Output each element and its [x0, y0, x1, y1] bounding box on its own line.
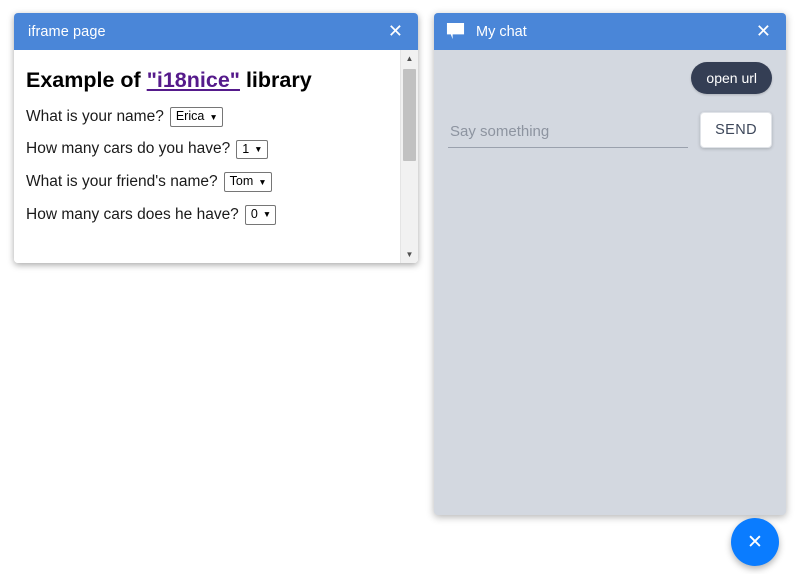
iframe-scrollbar[interactable]: ▲ ▼	[400, 50, 418, 263]
scroll-down-icon[interactable]: ▼	[401, 246, 418, 263]
scrollbar-track[interactable]	[401, 67, 418, 246]
question-row-friend-name: What is your friend's name? Tom ▼	[26, 172, 386, 192]
chevron-down-icon: ▼	[258, 176, 267, 187]
question-label-friend-cars: How many cars does he have?	[26, 205, 239, 223]
chat-input[interactable]	[448, 119, 689, 148]
scrollbar-thumb[interactable]	[403, 69, 416, 161]
chat-bubble-icon	[446, 22, 476, 41]
select-your-name[interactable]: Erica ▼	[169, 107, 223, 127]
question-label-your-cars: How many cars do you have?	[26, 140, 231, 158]
chat-message-bubble[interactable]: open url	[691, 62, 772, 94]
scroll-up-icon[interactable]: ▲	[401, 50, 418, 67]
chat-message-list: open url	[434, 50, 786, 94]
question-row-name: What is your name? Erica ▼	[26, 107, 386, 127]
iframe-window: iframe page ✕ Example of "i18nice" libra…	[14, 13, 418, 263]
send-button[interactable]: SEND	[700, 112, 772, 148]
i18nice-link[interactable]: "i18nice"	[147, 68, 240, 92]
question-row-your-cars: How many cars do you have? 1 ▼	[26, 139, 386, 160]
close-icon: ✕	[747, 530, 763, 553]
chat-input-row: SEND	[434, 94, 786, 148]
close-chat-fab[interactable]: ✕	[731, 518, 779, 566]
select-your-name-value: Erica	[175, 109, 205, 123]
question-row-friend-cars: How many cars does he have? 0 ▼	[26, 204, 386, 225]
chevron-down-icon: ▼	[262, 209, 272, 220]
chat-window-title: My chat	[476, 23, 527, 40]
chat-window-titlebar: My chat ✕	[434, 13, 786, 50]
iframe-window-titlebar: iframe page ✕	[14, 13, 418, 50]
page-root: iframe page ✕ Example of "i18nice" libra…	[0, 0, 796, 574]
page-title: Example of "i18nice" library	[26, 68, 386, 93]
select-friend-name[interactable]: Tom ▼	[223, 172, 272, 192]
page-title-prefix: Example of	[26, 68, 147, 92]
select-friend-cars-value: 0	[250, 206, 258, 221]
page-title-suffix: library	[239, 68, 312, 92]
iframe-window-body: Example of "i18nice" library What is you…	[14, 50, 418, 263]
chat-window: My chat ✕ open url SEND	[434, 13, 786, 515]
select-friend-name-value: Tom	[229, 174, 254, 189]
chevron-down-icon: ▼	[254, 144, 263, 155]
question-label-name: What is your name?	[26, 107, 164, 125]
iframe-document: Example of "i18nice" library What is you…	[14, 50, 400, 263]
close-icon[interactable]: ✕	[385, 21, 406, 43]
select-your-cars-value: 1	[242, 141, 250, 156]
select-your-cars[interactable]: 1 ▼	[236, 139, 268, 160]
chat-window-body: open url SEND	[434, 50, 786, 515]
close-icon[interactable]: ✕	[753, 21, 774, 43]
chevron-down-icon: ▼	[209, 111, 218, 122]
iframe-window-title: iframe page	[28, 23, 106, 40]
question-label-friend-name: What is your friend's name?	[26, 173, 218, 191]
select-friend-cars[interactable]: 0 ▼	[244, 204, 277, 225]
